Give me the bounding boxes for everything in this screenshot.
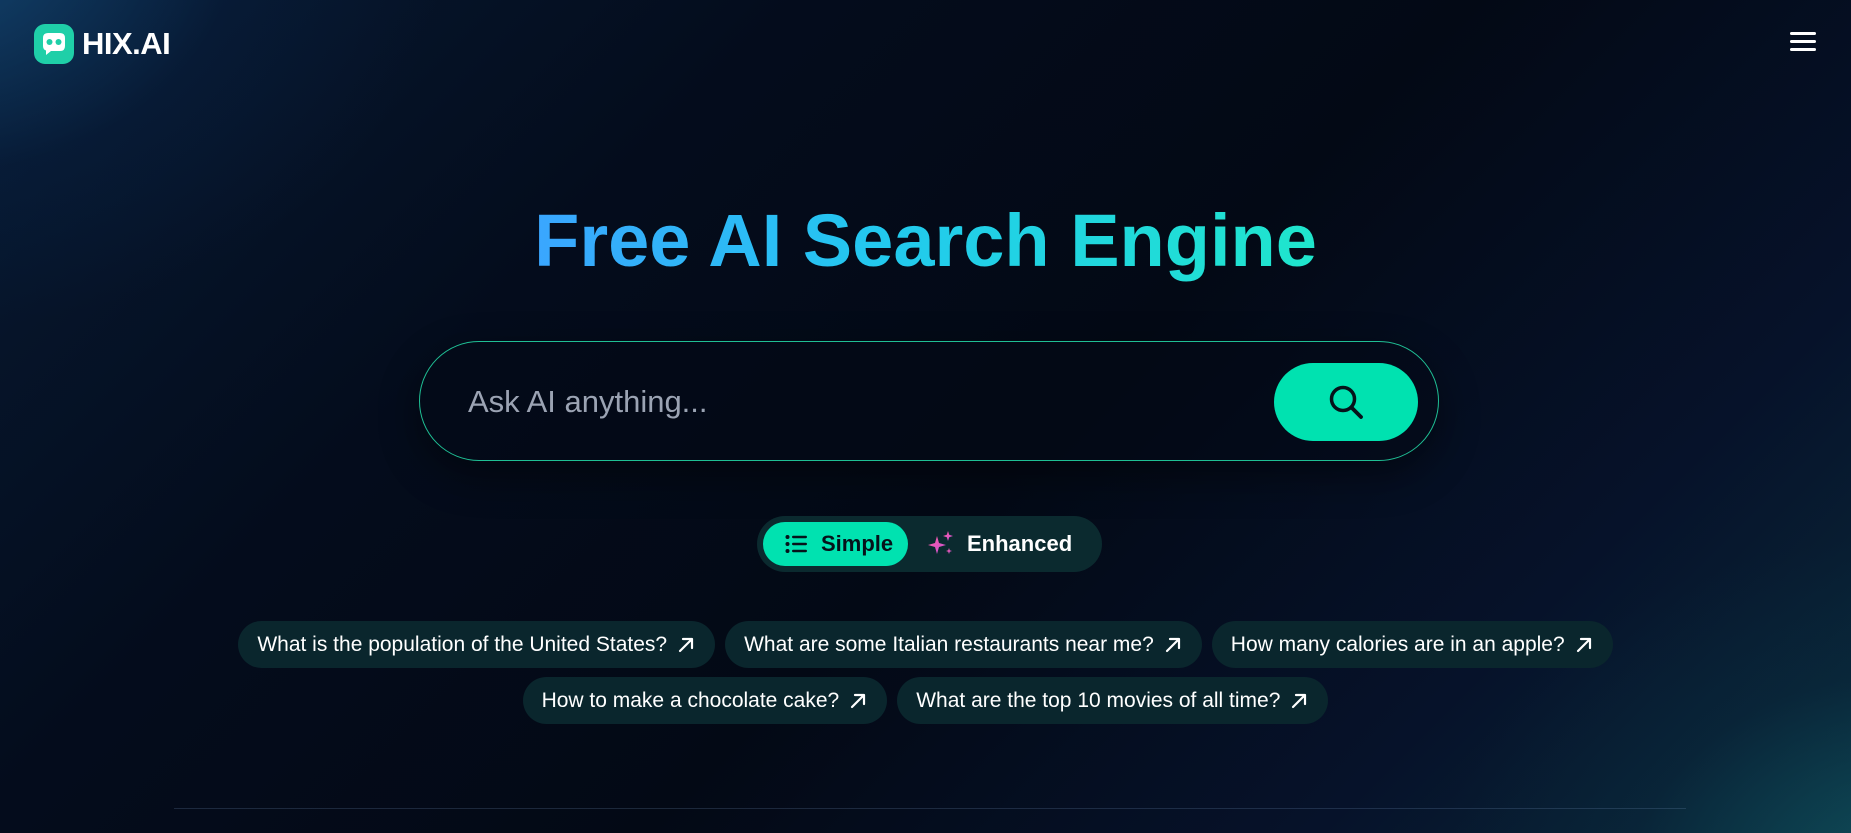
mode-simple-label: Simple [821, 531, 894, 556]
mode-simple-button[interactable]: Simple [763, 522, 908, 566]
search-mode-toggle: Simple Enhanced [757, 516, 1102, 572]
arrow-up-right-icon [849, 692, 867, 710]
robot-face-icon [34, 24, 74, 64]
suggestion-text: What is the population of the United Sta… [257, 632, 668, 656]
mode-enhanced-label: Enhanced [967, 531, 1073, 556]
suggestion-text: What are the top 10 movies of all time? [916, 688, 1281, 712]
search-input[interactable] [466, 372, 1230, 432]
suggestion-row: What is the population of the United Sta… [0, 621, 1851, 668]
logo-text: HIX.AI [82, 26, 171, 61]
arrow-up-right-icon [1164, 636, 1182, 654]
suggestion-text: How many calories are in an apple? [1230, 632, 1565, 656]
search-icon [1329, 385, 1363, 419]
search-button[interactable] [1274, 363, 1418, 441]
suggestion-chip[interactable]: What are the top 10 movies of all time? [897, 677, 1329, 724]
sparkles-icon [927, 530, 955, 558]
suggestion-text: How to make a chocolate cake? [541, 688, 840, 712]
section-divider [174, 808, 1686, 809]
suggestion-chip[interactable]: What is the population of the United Sta… [238, 621, 716, 668]
arrow-up-right-icon [1575, 636, 1593, 654]
arrow-up-right-icon [677, 636, 695, 654]
suggestion-text: What are some Italian restaurants near m… [744, 632, 1154, 656]
hamburger-menu-icon[interactable] [1790, 32, 1816, 54]
suggestion-chip[interactable]: What are some Italian restaurants near m… [725, 621, 1202, 668]
suggestion-chip[interactable]: How to make a chocolate cake? [522, 677, 888, 724]
list-icon [785, 534, 807, 554]
mode-enhanced-button[interactable]: Enhanced [927, 522, 1097, 566]
search-box [419, 341, 1439, 461]
suggestion-row: How to make a chocolate cake? What are t… [0, 677, 1851, 724]
page-title: Free AI Search Engine [0, 196, 1851, 286]
arrow-up-right-icon [1290, 692, 1308, 710]
page-title-text: Free AI Search Engine [534, 199, 1317, 282]
logo[interactable]: HIX.AI [34, 24, 171, 64]
suggestion-chip[interactable]: How many calories are in an apple? [1211, 621, 1613, 668]
